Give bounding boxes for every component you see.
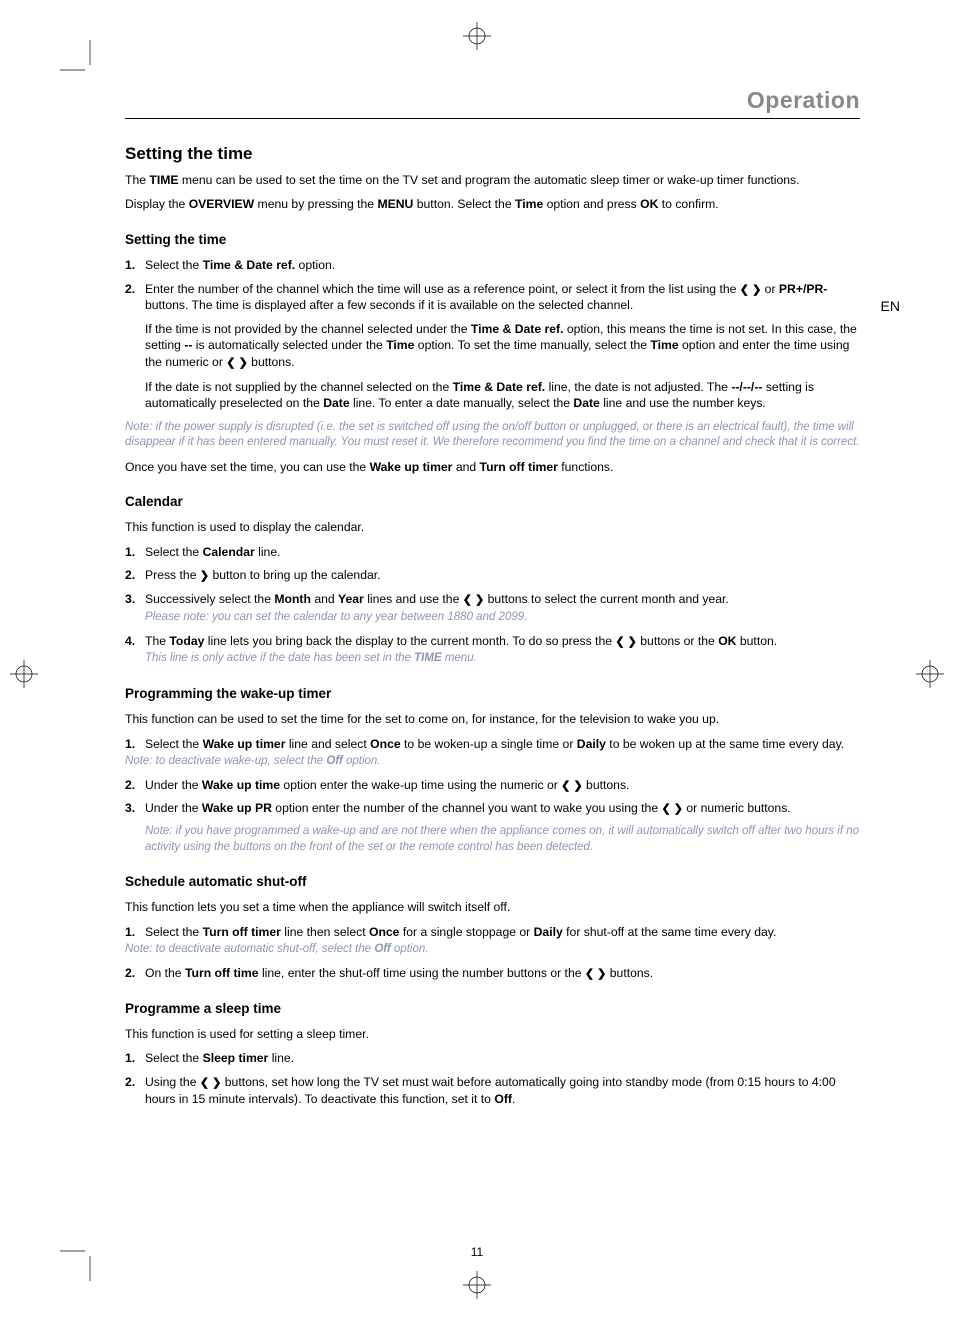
section-heading: Programme a sleep time [125,1000,860,1018]
header-title: Operation [747,85,860,116]
list-item: 1.Select the Time & Date ref. option. [125,257,860,273]
left-right-arrow-icon: ❮ ❯ [740,283,762,298]
page-content: Operation Setting the time The TIME menu… [125,85,860,1114]
language-indicator: EN [881,298,900,314]
paragraph: Once you have set the time, you can use … [125,459,860,475]
left-right-arrow-icon: ❮ ❯ [585,967,607,982]
list-item: 2.Press the ❯ button to bring up the cal… [125,567,860,584]
section-heading: Setting the time [125,231,860,249]
list-item: 2.Under the Wake up time option enter th… [125,777,860,794]
paragraph: This function lets you set a time when t… [125,899,860,915]
instruction-list: 1.Select the Calendar line. 2.Press the … [125,544,860,667]
section-heading: Programming the wake-up timer [125,685,860,703]
paragraph: This function can be used to set the tim… [125,711,860,727]
registration-mark-icon [10,660,38,688]
page-number: 11 [0,1245,954,1259]
instruction-list: 1.Select the Turn off timer line then se… [125,924,860,982]
left-right-arrow-icon: ❮ ❯ [615,635,637,650]
list-item: 1.Select the Calendar line. [125,544,860,560]
main-heading: Setting the time [125,143,860,166]
left-right-arrow-icon: ❮ ❯ [226,356,248,371]
left-right-arrow-icon: ❮ ❯ [463,593,485,608]
intro-paragraph: Display the OVERVIEW menu by pressing th… [125,196,860,212]
paragraph: This function is used for setting a slee… [125,1026,860,1042]
right-arrow-icon: ❯ [200,569,209,584]
registration-mark-icon [463,22,491,50]
note-text: Please note: you can set the calendar to… [145,610,860,626]
list-item: 3.Under the Wake up PR option enter the … [125,800,860,817]
intro-paragraph: The TIME menu can be used to set the tim… [125,172,860,188]
note-text: Note: if the power supply is disrupted (… [125,420,860,451]
section-heading: Calendar [125,493,860,511]
list-item: 1.Select the Turn off timer line then se… [125,924,860,958]
list-item: 1.Select the Sleep timer line. [125,1050,860,1066]
paragraph: This function is used to display the cal… [125,519,860,535]
left-right-arrow-icon: ❮ ❯ [561,779,583,794]
note-text: Note: to deactivate wake-up, select the … [125,754,860,770]
list-item: 1.Select the Wake up timer line and sele… [125,736,860,770]
left-right-arrow-icon: ❮ ❯ [200,1076,222,1091]
page-header: Operation [125,85,860,119]
instruction-list: 1.Select the Sleep timer line. 2.Using t… [125,1050,860,1107]
instruction-list: 1.Select the Wake up timer line and sele… [125,736,860,818]
list-item: 3.Successively select the Month and Year… [125,591,860,625]
list-item: 2.On the Turn off time line, enter the s… [125,965,860,982]
list-item: 2.Using the ❮ ❯ buttons, set how long th… [125,1074,860,1107]
crop-mark-icon [60,40,100,80]
list-item: 4.The Today line lets you bring back the… [125,633,860,667]
section-heading: Schedule automatic shut-off [125,873,860,891]
note-text: Note: if you have programmed a wake-up a… [145,824,860,855]
registration-mark-icon [916,660,944,688]
left-right-arrow-icon: ❮ ❯ [661,802,683,817]
list-item: 2.Enter the number of the channel which … [125,281,860,412]
registration-mark-icon [463,1271,491,1299]
note-text: Note: to deactivate automatic shut-off, … [125,942,860,958]
note-text: This line is only active if the date has… [145,651,860,667]
instruction-list: 1.Select the Time & Date ref. option. 2.… [125,257,860,412]
